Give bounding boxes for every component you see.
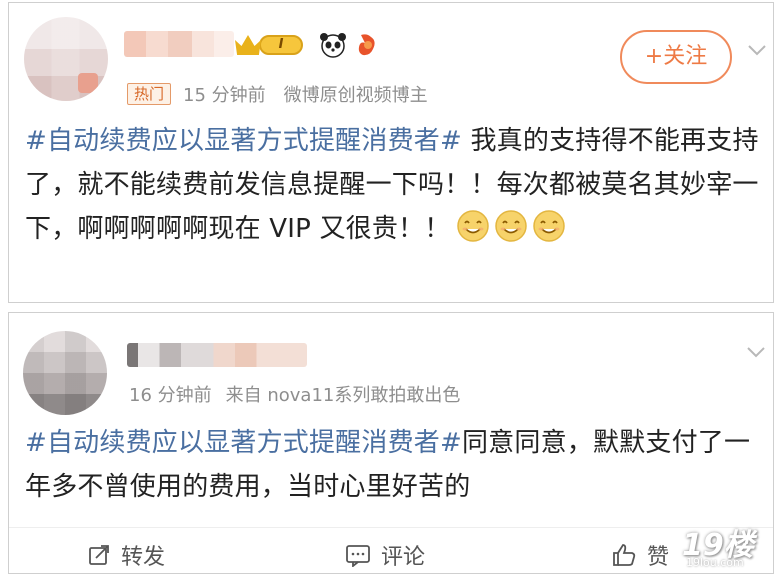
like-button[interactable]: 赞 — [611, 539, 669, 571]
comment-icon — [346, 545, 370, 567]
smile-emoji-icon — [495, 210, 528, 242]
smile-emoji-icon — [533, 210, 566, 242]
avatar[interactable] — [24, 17, 108, 101]
repost-icon — [89, 545, 109, 565]
post-card-2: 16 分钟前 来自 nova11系列敢拍敢出色 #自动续费应以显著方式提醒消费者… — [8, 312, 774, 574]
crown-icon — [235, 35, 261, 55]
username-blurred[interactable] — [124, 31, 234, 57]
repost-label: 转发 — [121, 545, 166, 570]
comment-label: 评论 — [381, 545, 426, 570]
repost-button[interactable]: 转发 — [87, 539, 165, 571]
username-blurred[interactable] — [127, 343, 307, 367]
smile-emoji-icon — [457, 210, 490, 242]
post-source: 微博原创视频博主 — [283, 85, 428, 106]
like-icon — [613, 544, 636, 566]
follow-button[interactable]: +关注 — [620, 30, 732, 84]
panda-icon — [320, 33, 346, 58]
post-time: 16 分钟前 — [129, 385, 212, 406]
vip-level-label: I — [259, 35, 303, 55]
chevron-down-icon[interactable] — [746, 39, 768, 61]
medal-icon — [358, 34, 375, 56]
post-meta: 热门 15 分钟前 微博原创视频博主 — [127, 81, 428, 107]
emoji-group — [456, 209, 566, 243]
hashtag-link[interactable]: #自动续费应以显著方式提醒消费者# — [25, 126, 462, 156]
action-divider — [9, 527, 773, 528]
chevron-down-icon[interactable] — [745, 341, 767, 363]
post-time: 15 分钟前 — [183, 85, 266, 106]
avatar[interactable] — [23, 331, 107, 415]
post-body: #自动续费应以显著方式提醒消费者#同意同意，默默支付了一年多不曾使用的费用，当时… — [25, 421, 765, 509]
site-watermark: 19楼 19lou.com — [682, 520, 774, 572]
post-body: #自动续费应以显著方式提醒消费者# 我真的支持得不能再支持了，就不能续费前发信息… — [25, 119, 773, 251]
watermark-url: 19lou.com — [686, 556, 744, 569]
hot-tag: 热门 — [127, 83, 172, 105]
post-meta: 16 分钟前 来自 nova11系列敢拍敢出色 — [129, 381, 460, 407]
hashtag-link[interactable]: #自动续费应以显著方式提醒消费者# — [25, 428, 462, 458]
action-bar: 转发 评论 赞 — [9, 535, 773, 573]
like-label: 赞 — [647, 545, 670, 570]
comment-button[interactable]: 评论 — [345, 539, 425, 571]
post-source: 来自 nova11系列敢拍敢出色 — [225, 385, 461, 406]
post-card-1: I +关注 热门 15 分钟前 微博原创视频博主 #自动续费应以显著方式提醒消费… — [8, 2, 774, 303]
vip-badge[interactable]: I — [235, 35, 303, 55]
